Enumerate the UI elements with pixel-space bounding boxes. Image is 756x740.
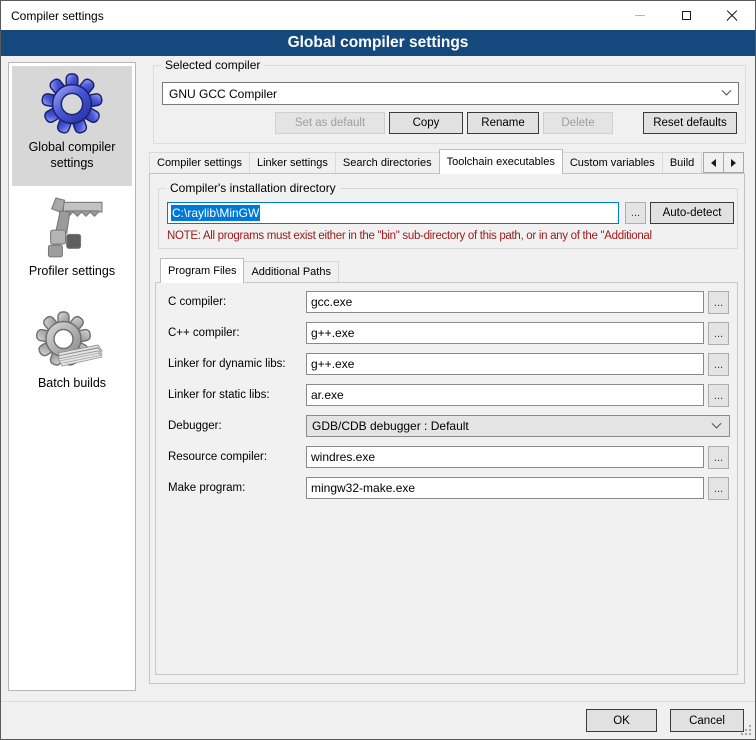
form-row-c-compiler: C compiler: ...: [156, 291, 737, 315]
debugger-select[interactable]: GDB/CDB debugger : Default: [306, 415, 730, 437]
browse-resource-compiler-button[interactable]: ...: [708, 446, 729, 469]
tab-scroll-left-button[interactable]: [703, 152, 724, 173]
program-files-panel: C compiler: ... C++ compiler: ... Linker…: [155, 282, 738, 675]
browse-dynamic-linker-button[interactable]: ...: [708, 353, 729, 376]
selected-compiler-group-label: Selected compiler: [161, 58, 264, 72]
browse-cpp-compiler-button[interactable]: ...: [708, 322, 729, 345]
copy-button[interactable]: Copy: [389, 112, 463, 134]
dynamic-linker-input[interactable]: [306, 353, 704, 375]
resource-compiler-input[interactable]: [306, 446, 704, 468]
sidebar-item-batch-builds[interactable]: Batch builds: [12, 304, 132, 418]
window-title: Compiler settings: [1, 9, 104, 23]
form-row-static-linker: Linker for static libs: ...: [156, 384, 737, 408]
dynamic-linker-label: Linker for dynamic libs:: [168, 353, 286, 375]
make-program-input[interactable]: [306, 477, 704, 499]
minimize-icon: [635, 15, 645, 16]
browse-static-linker-button[interactable]: ...: [708, 384, 729, 407]
settings-category-sidebar: Global compiler settings Profiler settin…: [8, 62, 136, 691]
compiler-select[interactable]: GNU GCC Compiler: [162, 82, 739, 105]
note-text: NOTE: All programs must exist either in …: [167, 230, 735, 242]
minimize-button[interactable]: [617, 1, 663, 30]
form-row-make-program: Make program: ...: [156, 477, 737, 501]
form-row-cpp-compiler: C++ compiler: ...: [156, 322, 737, 346]
static-linker-input[interactable]: [306, 384, 704, 406]
sidebar-item-profiler-settings[interactable]: Profiler settings: [12, 190, 132, 294]
form-row-resource-compiler: Resource compiler: ...: [156, 446, 737, 470]
ok-button[interactable]: OK: [586, 709, 657, 732]
debugger-label: Debugger:: [168, 415, 222, 437]
page-title: Global compiler settings: [1, 30, 755, 56]
chevron-down-icon: [712, 418, 722, 428]
browse-c-compiler-button[interactable]: ...: [708, 291, 729, 314]
close-button[interactable]: [709, 1, 755, 30]
sidebar-item-label: Profiler settings: [29, 264, 115, 280]
make-program-label: Make program:: [168, 477, 245, 499]
tab-custom-variables[interactable]: Custom variables: [562, 152, 663, 173]
c-compiler-label: C compiler:: [168, 291, 226, 313]
auto-detect-button[interactable]: Auto-detect: [650, 202, 734, 224]
compiler-buttons-row: Set as default Copy Rename Delete Reset …: [275, 112, 737, 134]
tab-compiler-settings[interactable]: Compiler settings: [149, 152, 250, 173]
form-row-dynamic-linker: Linker for dynamic libs: ...: [156, 353, 737, 377]
cpp-compiler-input[interactable]: [306, 322, 704, 344]
arrow-right-icon: [731, 159, 736, 167]
title-bar: Compiler settings: [1, 1, 755, 30]
set-as-default-button[interactable]: Set as default: [275, 112, 385, 134]
tab-search-directories[interactable]: Search directories: [335, 152, 440, 173]
browse-directory-button[interactable]: ...: [625, 202, 646, 224]
reset-defaults-button[interactable]: Reset defaults: [643, 112, 737, 134]
rename-button[interactable]: Rename: [467, 112, 539, 134]
tab-additional-paths[interactable]: Additional Paths: [243, 261, 339, 282]
c-compiler-input[interactable]: [306, 291, 704, 313]
gear-blue-icon: [41, 73, 103, 135]
delete-button[interactable]: Delete: [543, 112, 613, 134]
tab-linker-settings[interactable]: Linker settings: [249, 152, 336, 173]
form-row-debugger: Debugger: GDB/CDB debugger : Default: [156, 415, 737, 439]
installation-directory-value: C:\raylib\MinGW: [171, 205, 260, 221]
tab-build-options[interactable]: Build: [662, 152, 702, 173]
installation-directory-input[interactable]: C:\raylib\MinGW: [167, 202, 619, 224]
footer-divider: [1, 701, 755, 702]
tab-scroll-arrows: [703, 152, 744, 173]
installation-directory-group: Compiler's installation directory C:\ray…: [158, 188, 738, 249]
sidebar-item-global-compiler-settings[interactable]: Global compiler settings: [12, 66, 132, 186]
resource-compiler-label: Resource compiler:: [168, 446, 267, 468]
arrow-left-icon: [711, 159, 716, 167]
caliper-icon: [37, 197, 107, 259]
browse-make-program-button[interactable]: ...: [708, 477, 729, 500]
maximize-icon: [682, 11, 691, 20]
close-icon: [726, 10, 738, 22]
cancel-button[interactable]: Cancel: [670, 709, 744, 732]
selected-compiler-group: Selected compiler GNU GCC Compiler Set a…: [153, 65, 746, 144]
compiler-settings-dialog: Compiler settings Global compiler settin…: [0, 0, 756, 740]
tab-program-files[interactable]: Program Files: [160, 258, 244, 283]
sidebar-item-label: Batch builds: [38, 376, 106, 392]
maximize-button[interactable]: [663, 1, 709, 30]
settings-tabstrip: Compiler settings Linker settings Search…: [149, 149, 745, 174]
gear-stack-icon: [36, 311, 108, 371]
cpp-compiler-label: C++ compiler:: [168, 322, 240, 344]
tab-scroll-right-button[interactable]: [723, 152, 744, 173]
resize-grip[interactable]: [739, 723, 752, 736]
installation-directory-group-label: Compiler's installation directory: [166, 181, 340, 195]
compiler-select-value: GNU GCC Compiler: [169, 87, 277, 101]
caption-buttons: [617, 1, 755, 30]
tab-toolchain-executables[interactable]: Toolchain executables: [439, 149, 563, 174]
chevron-down-icon: [722, 86, 732, 96]
static-linker-label: Linker for static libs:: [168, 384, 270, 406]
sidebar-item-label: Global compiler settings: [12, 140, 132, 171]
program-files-tabstrip: Program Files Additional Paths: [160, 259, 339, 283]
debugger-select-value: GDB/CDB debugger : Default: [312, 419, 469, 433]
toolchain-executables-panel: Compiler's installation directory C:\ray…: [149, 173, 745, 684]
